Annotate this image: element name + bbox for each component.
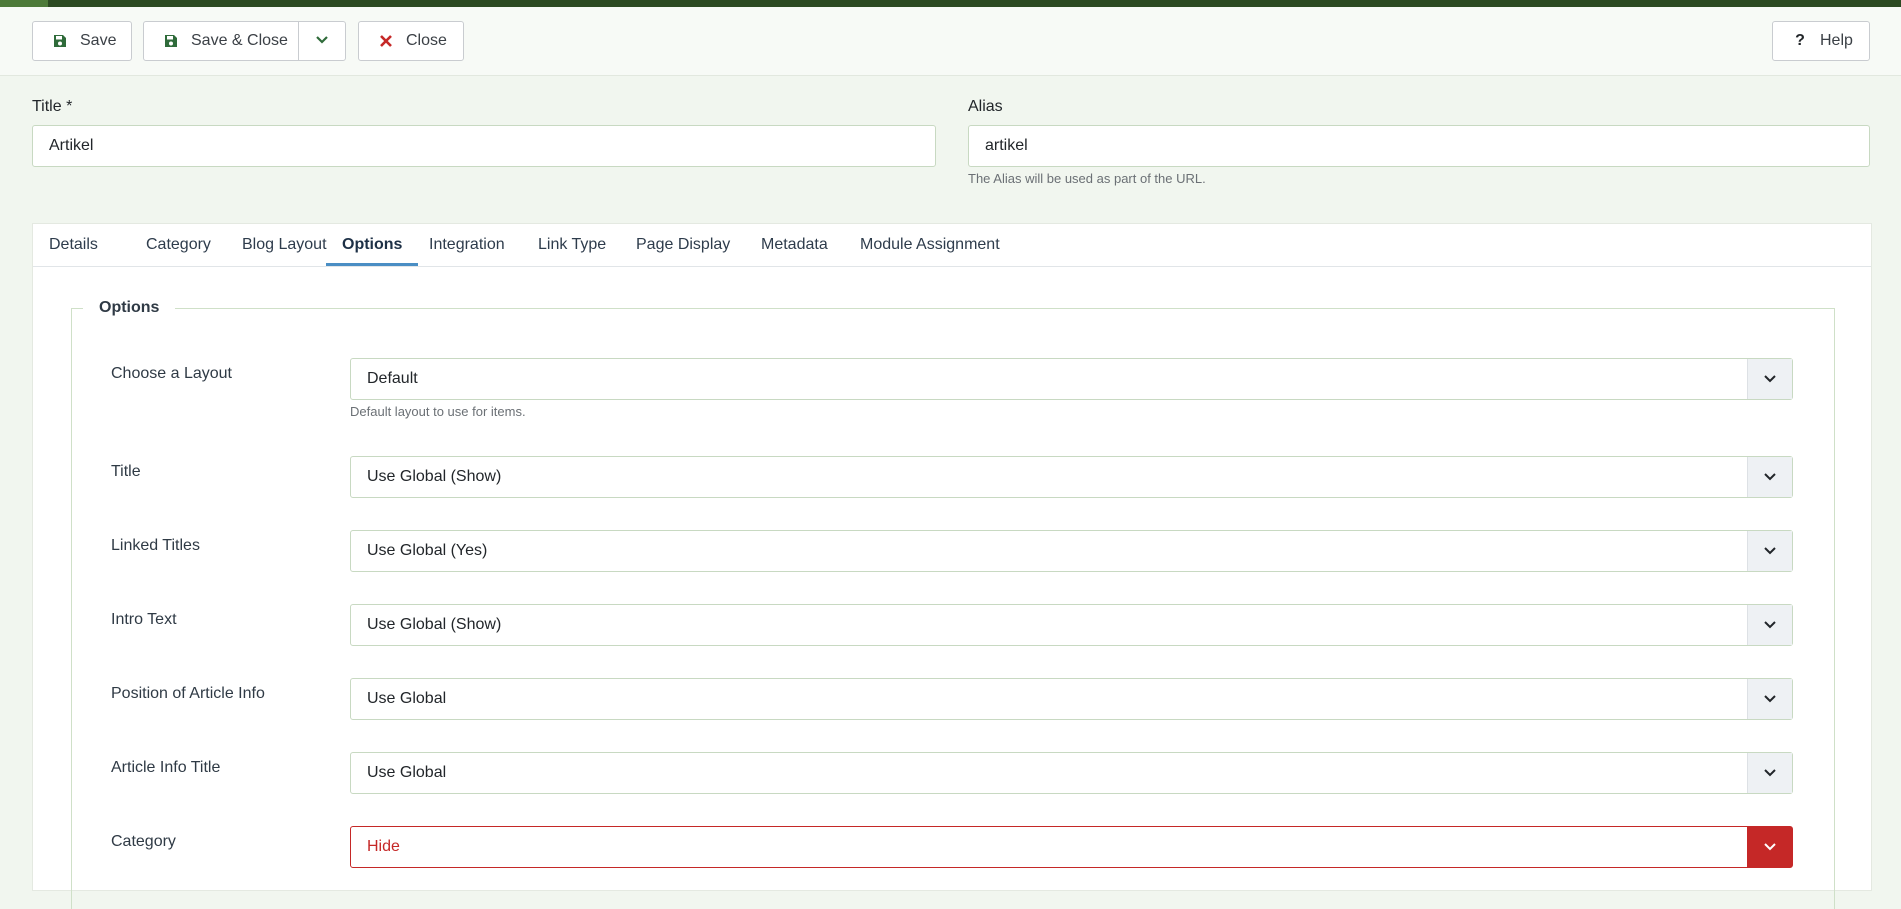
article-info-position-label: Position of Article Info — [111, 685, 265, 702]
layout-label: Choose a Layout — [111, 365, 232, 382]
layout-select-value: Default — [367, 370, 418, 387]
tab-bar: Details Category Blog Layout Options Int… — [33, 224, 1871, 267]
category-option-select[interactable]: Hide — [350, 826, 1793, 868]
category-option-label: Category — [111, 833, 176, 850]
tab-panel-card: Details Category Blog Layout Options Int… — [32, 223, 1872, 909]
floppy-disk-icon — [50, 34, 70, 48]
intro-text-select[interactable]: Use Global (Show) — [350, 604, 1793, 646]
article-info-title-value: Use Global — [367, 764, 447, 781]
alias-hint: The Alias will be used as part of the UR… — [968, 171, 1206, 186]
title-option-value: Use Global (Show) — [367, 468, 502, 485]
article-info-title-select[interactable]: Use Global — [350, 752, 1793, 794]
article-info-position-select[interactable]: Use Global — [350, 678, 1793, 720]
chevron-down-icon — [315, 32, 329, 50]
close-button-label: Close — [406, 32, 447, 49]
alias-label: Alias — [968, 98, 1003, 115]
intro-text-value: Use Global (Show) — [367, 616, 502, 633]
options-legend: Options — [83, 299, 176, 317]
chevron-down-icon — [1747, 679, 1792, 719]
tab-details[interactable]: Details — [33, 224, 114, 266]
toolbar: Save Save & Close Close ? Help — [0, 7, 1901, 76]
chevron-down-icon — [1747, 753, 1792, 793]
tab-integration[interactable]: Integration — [413, 224, 521, 266]
save-options-dropdown-button[interactable] — [298, 21, 346, 61]
linked-titles-label: Linked Titles — [111, 537, 200, 554]
tab-metadata[interactable]: Metadata — [745, 224, 844, 266]
title-option-select[interactable]: Use Global (Show) — [350, 456, 1793, 498]
help-button[interactable]: ? Help — [1772, 21, 1870, 61]
intro-text-label: Intro Text — [111, 611, 177, 628]
layout-hint: Default layout to use for items. — [350, 404, 526, 419]
layout-select[interactable]: Default — [350, 358, 1793, 400]
help-button-label: Help — [1820, 32, 1853, 49]
save-close-button-label: Save & Close — [191, 32, 288, 49]
chevron-down-icon — [1747, 827, 1792, 867]
tab-page-display[interactable]: Page Display — [620, 224, 746, 266]
article-info-position-value: Use Global — [367, 690, 447, 707]
save-button-label: Save — [80, 32, 117, 49]
tab-category[interactable]: Category — [130, 224, 227, 266]
top-accent-bar — [0, 0, 1901, 7]
save-button[interactable]: Save — [32, 21, 132, 61]
linked-titles-value: Use Global (Yes) — [367, 542, 488, 559]
article-info-title-label: Article Info Title — [111, 759, 221, 776]
times-icon — [376, 34, 396, 48]
category-option-value: Hide — [367, 838, 400, 855]
title-input[interactable]: Artikel — [32, 125, 936, 167]
top-accent-left — [0, 0, 48, 7]
chevron-down-icon — [1747, 605, 1792, 645]
alias-input[interactable]: artikel — [968, 125, 1870, 167]
chevron-down-icon — [1747, 531, 1792, 571]
tab-options[interactable]: Options — [326, 224, 419, 266]
save-close-button[interactable]: Save & Close — [143, 21, 299, 61]
tab-module-assignment[interactable]: Module Assignment — [844, 224, 1016, 266]
title-label: Title * — [32, 98, 73, 115]
chevron-down-icon — [1747, 359, 1792, 399]
tab-link-type[interactable]: Link Type — [522, 224, 622, 266]
linked-titles-select[interactable]: Use Global (Yes) — [350, 530, 1793, 572]
close-button[interactable]: Close — [358, 21, 464, 61]
question-icon: ? — [1795, 32, 1805, 49]
chevron-down-icon — [1747, 457, 1792, 497]
title-option-label: Title — [111, 463, 141, 480]
floppy-disk-icon — [161, 34, 181, 48]
